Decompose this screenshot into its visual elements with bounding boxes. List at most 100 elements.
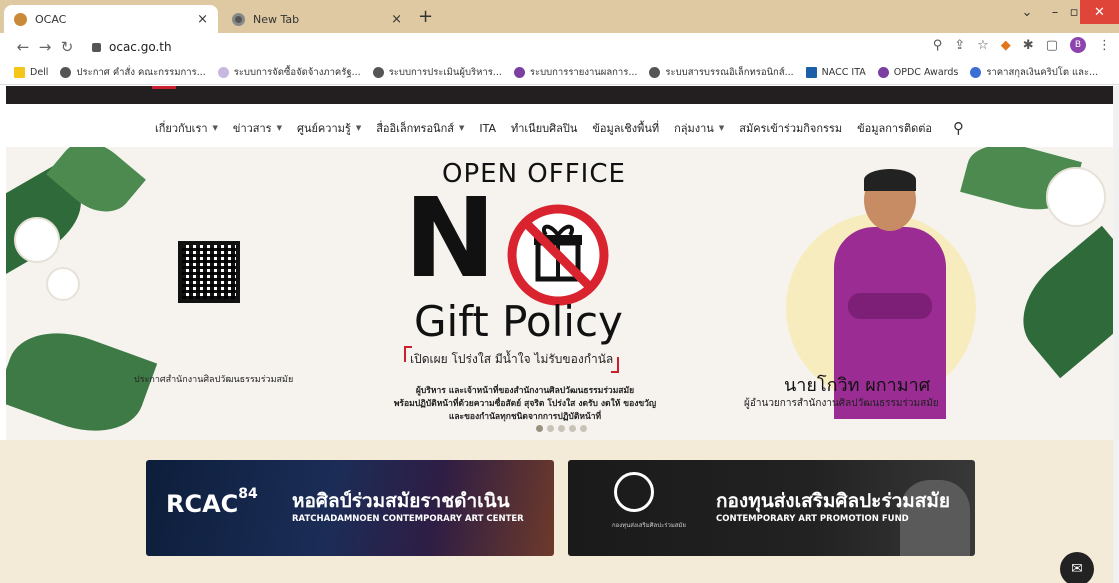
folder-icon [14,67,25,78]
crypto-icon [970,67,982,78]
slider-dot[interactable] [569,425,576,432]
tab-close-icon[interactable]: × [197,12,208,27]
page-scrollbar[interactable] [1113,86,1119,583]
bookmark-star-icon[interactable]: ☆ [977,38,989,53]
bookmark-label: ระบบการจัดซื้อจัดจ้างภาครัฐ... [233,67,361,78]
policy-description: ผู้บริหาร และเจ้าหน้าที่ของสำนักงานศิลปว… [370,385,680,424]
fund-emblem-icon [614,472,654,512]
search-icon[interactable]: ⚲ [953,119,964,137]
bookmark-item[interactable]: OPDC Awards [877,67,958,78]
close-window-icon[interactable]: ✕ [1080,0,1119,24]
opdc-icon [513,67,525,78]
nav-register[interactable]: สมัครเข้าร่วมกิจกรรม [739,119,842,137]
nav-contact[interactable]: ข้อมูลการติดต่อ [857,119,932,137]
nav-label: ข้อมูลการติดต่อ [857,122,932,135]
nav-artists[interactable]: ทำเนียบศิลปิน [511,119,577,137]
flower-decoration [14,217,60,263]
description-line: และของกำนัลทุกชนิดจากการปฏิบัติหน้าที่ [448,412,602,422]
description-line: ผู้บริหาร และเจ้าหน้าที่ของสำนักงานศิลปว… [415,386,635,396]
bookmarks-bar: Dell ประกาศ คำสั่ง คณะกรรมการ... ระบบการ… [0,61,1119,85]
address-bar[interactable]: ocac.go.th [92,35,1022,59]
profile-avatar[interactable]: B [1070,37,1086,53]
rcac-banner[interactable]: RCAC84 หอศิลป์ร่วมสมัยราชดำเนิน RATCHADA… [146,460,554,556]
nav-label: กลุ่มงาน [674,122,714,135]
chrome-favicon-icon [232,12,245,26]
site-top-bar [6,86,1113,104]
bookmark-item[interactable]: NACC ITA [805,67,866,78]
bookmark-item[interactable]: ราคาสกุลเงินคริปโต และ... [970,65,1098,80]
slider-dot[interactable] [580,425,587,432]
new-tab-button[interactable]: + [418,6,433,27]
metamask-icon[interactable]: ◆ [1001,38,1011,53]
nav-ita[interactable]: ITA [479,122,496,135]
bookmark-label: ระบบสารบรรณอิเล็กทรอนิกส์... [665,67,794,78]
rcac-logo-text: RCAC [166,490,239,518]
bookmark-item[interactable]: ระบบการประเมินผู้บริหาร... [372,65,502,80]
bookmark-dell[interactable]: Dell [14,67,48,78]
slider-dot[interactable] [547,425,554,432]
caret-down-icon: ▼ [355,124,362,132]
person-arms [848,293,932,319]
globe-icon [60,67,72,78]
messenger-chat-icon[interactable]: ✉ [1060,552,1094,583]
tab-close-icon[interactable]: × [391,12,402,27]
web-page: เกี่ยวกับเรา ▼ ข่าวสาร ▼ ศูนย์ความรู้ ▼ สื่… [0,86,1119,583]
tab-new-tab[interactable]: New Tab × [222,5,412,33]
forward-icon[interactable]: → [34,38,56,56]
gift-policy-title: Gift Policy [414,297,623,346]
nav-label: สื่ออิเล็กทรอนิกส์ [376,122,454,135]
caret-down-icon: ▼ [718,124,725,132]
back-icon[interactable]: ← [12,38,34,56]
slider-dot[interactable] [536,425,543,432]
partner-banners: RCAC84 หอศิลป์ร่วมสมัยราชดำเนิน RATCHADA… [0,440,1119,583]
side-panel-icon[interactable]: ▢ [1046,38,1058,53]
tab-search-icon[interactable]: ⌄ [1016,0,1038,24]
bookmark-label: ระบบการรายงานผลการ... [529,67,638,78]
fund-banner[interactable]: กองทุนส่งเสริมศิลปะร่วมสมัย กองทุนส่งเสร… [568,460,975,556]
no-gift-icon [507,204,609,306]
nav-spatial[interactable]: ข้อมูลเชิงพื้นที่ [592,119,659,137]
caret-down-icon: ▼ [276,124,282,132]
globe-icon [372,67,384,78]
share-icon[interactable]: ⇪ [954,38,965,53]
restore-icon[interactable]: ▫ [1068,0,1080,24]
caret-down-icon: ▼ [458,124,465,132]
lock-icon [92,42,101,52]
ocac-favicon-icon [14,12,27,26]
accent-mark [152,86,176,89]
minimize-icon[interactable]: – [1044,0,1066,24]
bookmark-label: Dell [30,67,49,78]
menu-icon[interactable]: ⋮ [1098,38,1111,53]
fund-thai-name: กองทุนส่งเสริมศิลปะร่วมสมัย [716,490,951,512]
nav-knowledge[interactable]: ศูนย์ความรู้ ▼ [297,119,361,137]
globe-icon [649,67,661,78]
nav-e-media[interactable]: สื่ออิเล็กทรอนิกส์ ▼ [376,119,464,137]
fund-emblem-text: กองทุนส่งเสริมศิลปะร่วมสมัย [612,522,686,529]
hero-slider[interactable]: ประกาศสำนักงานศิลปวัฒนธรรมร่วมสมัย OPEN … [6,147,1113,440]
nav-news[interactable]: ข่าวสาร ▼ [233,119,282,137]
reload-icon[interactable]: ↻ [56,38,78,56]
qr-caption: ประกาศสำนักงานศิลปวัฒนธรรมร่วมสมัย [134,375,294,385]
nav-label: ข่าวสาร [232,122,272,135]
url-text: ocac.go.th [109,40,172,54]
slider-dot[interactable] [558,425,565,432]
opdc-icon [877,67,889,78]
nav-label: สมัครเข้าร่วมกิจกรรม [739,122,843,135]
zoom-icon[interactable]: ⚲ [933,38,943,53]
nav-groups[interactable]: กลุ่มงาน ▼ [674,119,724,137]
nav-label: ITA [479,121,496,135]
bookmark-label: NACC ITA [821,67,866,78]
bookmark-item[interactable]: ระบบการจัดซื้อจัดจ้างภาครัฐ... [217,65,361,80]
leaf-decoration [1002,225,1113,379]
extensions-icon[interactable]: ✱ [1023,38,1034,53]
tab-ocac[interactable]: OCAC × [4,5,218,33]
rcac-english-name: RATCHADAMNOEN CONTEMPORARY ART CENTER [292,514,524,524]
bookmark-item[interactable]: ระบบสารบรรณอิเล็กทรอนิกส์... [649,65,794,80]
bookmark-label: ระบบการประเมินผู้บริหาร... [388,67,502,78]
browser-tabstrip: OCAC × New Tab × + ⌄ – ▫ ✕ [0,0,1119,33]
nav-about[interactable]: เกี่ยวกับเรา ▼ [155,119,218,137]
toolbar-actions: ⚲ ⇪ ☆ ◆ ✱ ▢ B ⋮ [933,37,1111,53]
bookmark-item[interactable]: ระบบการรายงานผลการ... [513,65,638,80]
qr-code[interactable] [178,241,240,303]
bookmark-item[interactable]: ประกาศ คำสั่ง คณะกรรมการ... [60,65,206,80]
